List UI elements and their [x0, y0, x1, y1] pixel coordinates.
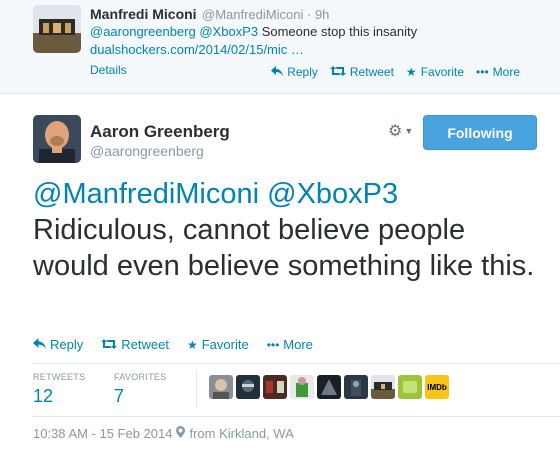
favoriter-avatar[interactable]	[344, 375, 368, 399]
parent-tweet-text: @aarongreenberg @XboxP3 Someone stop thi…	[90, 24, 417, 40]
more-button[interactable]: ••• More	[267, 337, 313, 352]
tweet-timestamp[interactable]: 10:38 AM - 15 Feb 2014	[33, 426, 172, 441]
reply-arrow-icon	[271, 66, 284, 78]
following-button[interactable]: Following	[423, 115, 537, 150]
tweet-location[interactable]: from Kirkland, WA	[189, 426, 293, 441]
retweet-icon	[101, 338, 118, 351]
meta-separator: ·	[306, 7, 312, 22]
favoriter-avatar[interactable]	[398, 375, 422, 399]
reply-label: Reply	[50, 337, 84, 352]
tweet-body: Ridiculous, cannot believe people would …	[33, 214, 535, 282]
favorite-label: Favorite	[420, 65, 465, 79]
author-name[interactable]: Aaron Greenberg	[90, 122, 230, 142]
favoriter-avatar[interactable]	[371, 375, 395, 399]
favoriter-avatar[interactable]	[236, 375, 260, 399]
tweet-action-bar: Reply Retweet ★ Favorite ••• More	[33, 337, 313, 352]
imdb-badge: IMDb	[427, 382, 447, 392]
mention-link[interactable]: @XboxP3	[267, 178, 398, 210]
favoriter-avatar[interactable]	[263, 375, 287, 399]
star-icon: ★	[186, 337, 198, 352]
more-label: More	[283, 337, 313, 352]
favorite-count-stat[interactable]: FAVORITES 7	[114, 372, 167, 407]
details-link[interactable]: Details	[90, 63, 127, 77]
parent-avatar[interactable]	[33, 5, 81, 53]
parent-link-line: dualshockers.com/2014/02/15/mic …	[90, 42, 304, 58]
map-pin-icon	[176, 426, 186, 441]
mention-link[interactable]: @aarongreenberg	[90, 24, 196, 39]
parent-action-bar: Reply Retweet ★ Favorite ••• More	[271, 65, 520, 79]
more-label: More	[492, 65, 520, 79]
reply-button[interactable]: Reply	[271, 65, 318, 79]
favoriter-avatar[interactable]	[209, 375, 233, 399]
mention-link[interactable]: @ManfrediMiconi	[33, 178, 259, 210]
stats-separator	[196, 370, 197, 408]
favoriter-avatars: IMDb	[209, 375, 449, 399]
parent-meta: @ManfrediMiconi · 9h	[202, 7, 329, 22]
retweet-icon	[329, 66, 346, 78]
retweets-label: RETWEETS	[33, 372, 86, 382]
parent-text-body: Someone stop this insanity	[261, 24, 418, 39]
author-avatar[interactable]	[33, 115, 81, 163]
favorite-button[interactable]: ★ Favorite	[187, 337, 249, 352]
parent-author-name[interactable]: Manfredi Miconi	[90, 6, 197, 22]
parent-author-handle[interactable]: @ManfrediMiconi	[202, 7, 303, 22]
reply-label: Reply	[287, 65, 318, 79]
dots-icon: •••	[266, 337, 280, 352]
chevron-down-icon: ▼	[404, 126, 414, 136]
favorites-count: 7	[114, 386, 125, 406]
favorites-label: FAVORITES	[114, 372, 167, 382]
retweet-label: Retweet	[349, 65, 394, 79]
retweet-count-stat[interactable]: RETWEETS 12	[33, 372, 85, 407]
divider	[33, 363, 560, 364]
retweet-button[interactable]: Retweet	[329, 65, 394, 79]
mention-link[interactable]: @XboxP3	[199, 24, 258, 39]
user-actions-dropdown[interactable]: ⚙ ▼	[388, 121, 413, 141]
gear-icon: ⚙	[388, 123, 403, 140]
tweet-text: @ManfrediMiconi @XboxP3 Ridiculous, cann…	[33, 176, 543, 284]
retweet-label: Retweet	[121, 337, 169, 352]
author-handle[interactable]: @aarongreenberg	[90, 143, 204, 159]
reply-button[interactable]: Reply	[33, 337, 83, 352]
favoriter-avatar[interactable]	[290, 375, 314, 399]
reply-arrow-icon	[33, 338, 46, 351]
favorite-label: Favorite	[201, 337, 249, 352]
favoriter-avatar[interactable]	[317, 375, 341, 399]
star-icon: ★	[405, 65, 417, 79]
article-link[interactable]: dualshockers.com/2014/02/15/mic	[90, 42, 287, 57]
link-ellipsis: …	[290, 42, 304, 57]
favorite-button[interactable]: ★ Favorite	[406, 65, 464, 79]
parent-timestamp[interactable]: 9h	[315, 7, 329, 22]
imdb-avatar[interactable]: IMDb	[425, 375, 449, 399]
retweet-button[interactable]: Retweet	[101, 337, 169, 352]
more-button[interactable]: ••• More	[476, 65, 520, 79]
retweets-count: 12	[33, 386, 54, 406]
divider	[33, 416, 560, 417]
dots-icon: •••	[476, 65, 489, 79]
parent-tweet: Manfredi Miconi @ManfrediMiconi · 9h @aa…	[0, 0, 560, 94]
tweet-footer: 10:38 AM - 15 Feb 2014 from Kirkland, WA	[33, 426, 294, 441]
